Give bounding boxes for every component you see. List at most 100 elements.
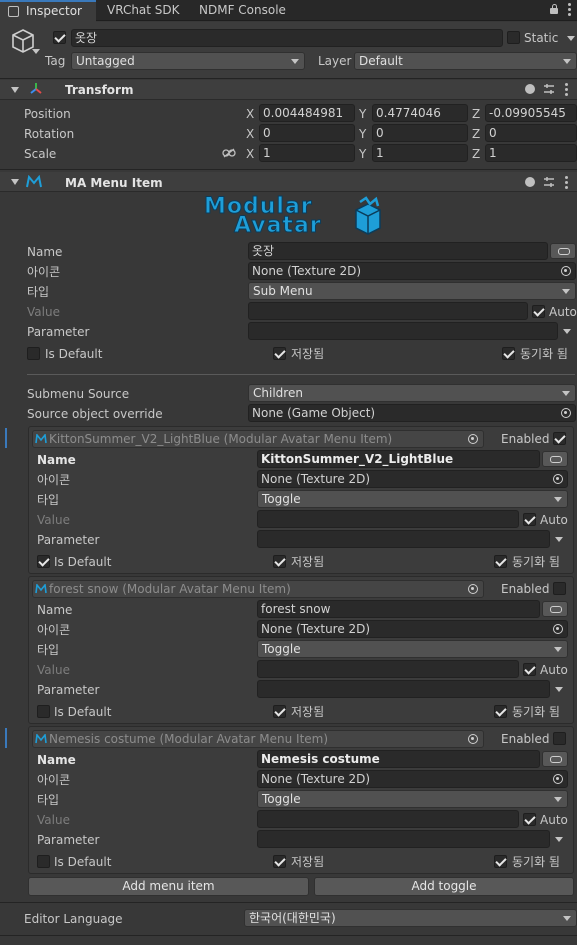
tab-inspector[interactable]: Inspector <box>0 0 96 22</box>
object-picker-icon[interactable] <box>561 266 571 276</box>
kebab-menu-icon[interactable] <box>568 3 571 16</box>
is-default-checkbox[interactable] <box>27 347 40 360</box>
child-3-name-field[interactable]: Nemesis costume <box>257 750 540 768</box>
preset-icon[interactable] <box>543 83 555 95</box>
scale-z-label[interactable]: Z <box>472 146 480 162</box>
object-picker-icon[interactable] <box>553 624 563 634</box>
saved-checkbox[interactable] <box>273 347 286 360</box>
constrain-proportions-icon[interactable] <box>222 148 236 158</box>
child-2-header[interactable]: forest snow (Modular Avatar Menu Item) <box>32 580 484 598</box>
rotation-z-field[interactable]: 0 <box>485 124 577 142</box>
preset-icon[interactable] <box>543 176 555 188</box>
child-2-saved-checkbox[interactable] <box>273 705 286 718</box>
child-3-is-default-checkbox[interactable] <box>37 855 50 868</box>
child-1-saved-checkbox[interactable] <box>273 555 286 568</box>
child-1-auto-checkbox[interactable] <box>523 513 536 526</box>
object-picker-icon[interactable] <box>468 434 478 444</box>
child-2-auto-checkbox[interactable] <box>523 663 536 676</box>
rotation-y-field[interactable]: 0 <box>372 124 468 142</box>
value-field[interactable] <box>248 302 528 320</box>
position-x-field[interactable]: 0.004484981 <box>259 104 355 122</box>
child-1-header[interactable]: KittonSummer_V2_LightBlue (Modular Avata… <box>32 430 484 448</box>
icon-dropdown-arrow[interactable] <box>32 49 40 54</box>
add-toggle-button[interactable]: Add toggle <box>314 877 574 896</box>
child-2-name-field[interactable]: forest snow <box>257 600 540 618</box>
editor-language-dropdown[interactable]: 한국어(대한민국) <box>244 909 577 927</box>
child-3-icon-field[interactable]: None (Texture 2D) <box>257 770 568 788</box>
help-icon[interactable] <box>525 177 535 187</box>
tab-vrchat-sdk[interactable]: VRChat SDK <box>107 3 180 17</box>
parameter-dropdown-arrow[interactable] <box>563 329 571 334</box>
child-1-type-dropdown[interactable]: Toggle <box>257 490 568 508</box>
scale-x-field[interactable]: 1 <box>259 144 355 162</box>
child-2-icon-field[interactable]: None (Texture 2D) <box>257 620 568 638</box>
child-3-name-link-button[interactable] <box>542 751 568 767</box>
lock-icon[interactable] <box>550 4 558 14</box>
type-dropdown[interactable]: Sub Menu <box>248 282 576 300</box>
child-1-parameter-dropdown-arrow[interactable] <box>555 537 563 542</box>
submenu-source-dropdown[interactable]: Children <box>248 384 576 402</box>
child-1-icon-field[interactable]: None (Texture 2D) <box>257 470 568 488</box>
rotation-x-field[interactable]: 0 <box>259 124 355 142</box>
object-picker-icon[interactable] <box>561 408 571 418</box>
object-picker-icon[interactable] <box>553 774 563 784</box>
auto-checkbox[interactable] <box>532 305 545 318</box>
child-3-enabled-checkbox[interactable] <box>553 732 566 745</box>
parameter-field[interactable] <box>248 322 558 340</box>
child-2-name-link-button[interactable] <box>542 601 568 617</box>
scale-x-label[interactable]: X <box>246 146 254 162</box>
child-3-synced-checkbox[interactable] <box>494 855 507 868</box>
help-icon[interactable] <box>525 84 535 94</box>
name-link-button[interactable] <box>550 243 576 259</box>
position-y-label[interactable]: Y <box>359 106 366 122</box>
name-field[interactable]: 옷장 <box>248 242 548 260</box>
child-1-parameter-field[interactable] <box>257 530 550 548</box>
tag-dropdown[interactable]: Untagged <box>71 52 305 70</box>
child-1-value-field[interactable] <box>257 510 519 528</box>
child-2-parameter-dropdown-arrow[interactable] <box>555 687 563 692</box>
scale-z-field[interactable]: 1 <box>485 144 577 162</box>
child-2-enabled-checkbox[interactable] <box>553 582 566 595</box>
object-picker-icon[interactable] <box>468 734 478 744</box>
static-dropdown-arrow[interactable] <box>567 36 575 41</box>
object-name-field[interactable]: 옷장 <box>71 29 503 47</box>
foldout-arrow-icon[interactable] <box>11 87 19 93</box>
child-1-name-field[interactable]: KittonSummer_V2_LightBlue <box>257 450 540 468</box>
object-picker-icon[interactable] <box>553 474 563 484</box>
child-3-value-field[interactable] <box>257 810 519 828</box>
active-checkbox[interactable] <box>53 31 66 44</box>
scale-y-field[interactable]: 1 <box>372 144 468 162</box>
icon-field[interactable]: None (Texture 2D) <box>248 262 576 280</box>
object-picker-icon[interactable] <box>468 584 478 594</box>
child-1-synced-checkbox[interactable] <box>494 555 507 568</box>
position-y-field[interactable]: 0.4774046 <box>372 104 468 122</box>
child-2-value-field[interactable] <box>257 660 519 678</box>
rotation-z-label[interactable]: Z <box>472 126 480 142</box>
rotation-x-label[interactable]: X <box>246 126 254 142</box>
child-2-type-dropdown[interactable]: Toggle <box>257 640 568 658</box>
layer-dropdown[interactable]: Default <box>354 52 577 70</box>
scale-y-label[interactable]: Y <box>359 146 366 162</box>
child-3-header[interactable]: Nemesis costume (Modular Avatar Menu Ite… <box>32 730 484 748</box>
position-x-label[interactable]: X <box>246 106 254 122</box>
child-1-name-link-button[interactable] <box>542 451 568 467</box>
child-3-auto-checkbox[interactable] <box>523 813 536 826</box>
position-z-field[interactable]: -0.09905545 <box>485 104 577 122</box>
child-2-is-default-checkbox[interactable] <box>37 705 50 718</box>
child-2-synced-checkbox[interactable] <box>494 705 507 718</box>
child-3-parameter-dropdown-arrow[interactable] <box>555 837 563 842</box>
rotation-y-label[interactable]: Y <box>359 126 366 142</box>
child-2-parameter-field[interactable] <box>257 680 550 698</box>
tab-ndmf-console[interactable]: NDMF Console <box>199 3 286 17</box>
synced-checkbox[interactable] <box>502 347 515 360</box>
child-3-type-dropdown[interactable]: Toggle <box>257 790 568 808</box>
add-menu-item-button[interactable]: Add menu item <box>28 877 309 896</box>
component-menu-icon[interactable] <box>565 83 568 96</box>
position-z-label[interactable]: Z <box>472 106 480 122</box>
component-menu-icon[interactable] <box>565 176 568 189</box>
child-3-parameter-field[interactable] <box>257 830 550 848</box>
foldout-arrow-icon[interactable] <box>11 179 19 185</box>
child-1-enabled-checkbox[interactable] <box>553 432 566 445</box>
source-override-field[interactable]: None (Game Object) <box>248 404 576 422</box>
child-3-saved-checkbox[interactable] <box>273 855 286 868</box>
